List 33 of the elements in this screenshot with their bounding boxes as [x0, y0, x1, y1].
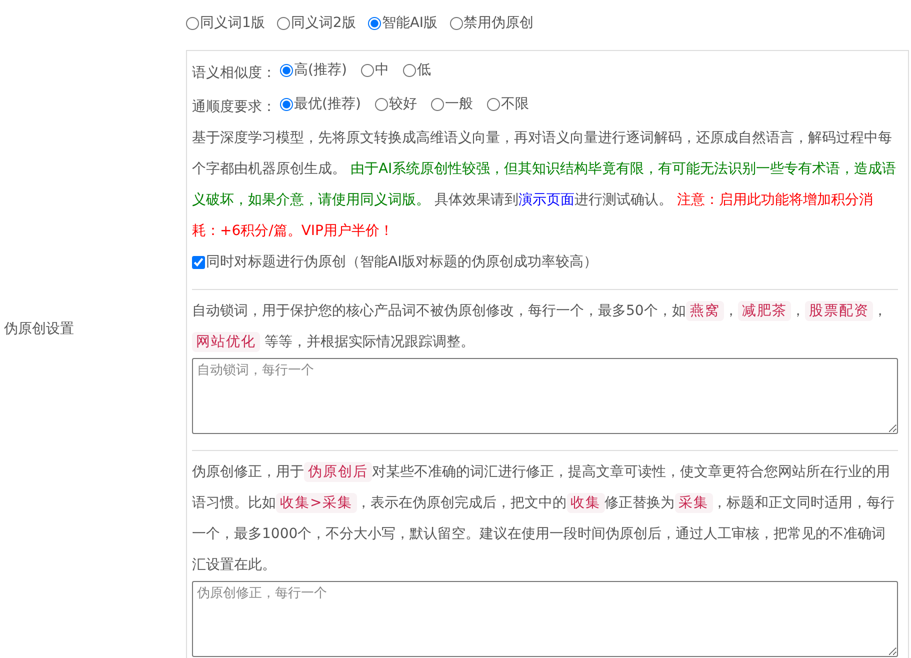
radio-button[interactable] — [280, 64, 293, 77]
demo-page-link[interactable]: 演示页面 — [518, 192, 574, 208]
lock-words-field[interactable]: 自动锁词，每行一个 — [192, 358, 898, 434]
radio-option[interactable]: 最优(推荐) — [280, 89, 361, 120]
radio-option[interactable]: 一般 — [430, 89, 473, 120]
radio-button[interactable] — [280, 98, 293, 111]
radio-option[interactable]: 中 — [360, 55, 389, 86]
radio-button[interactable] — [402, 64, 416, 77]
radio-option[interactable]: 高(推荐) — [280, 55, 347, 86]
radio-button[interactable] — [276, 17, 290, 30]
radio-option[interactable]: 低 — [402, 55, 431, 86]
radio-button[interactable] — [186, 17, 199, 30]
radio-button[interactable] — [450, 17, 463, 30]
radio-button[interactable] — [374, 98, 388, 111]
checkbox[interactable] — [192, 256, 205, 269]
option-label: 语义相似度： — [192, 65, 276, 81]
radio-option[interactable]: 禁用伪原创 — [450, 8, 534, 39]
option-label: 通顺度要求： — [192, 99, 276, 115]
description-text: 基于深度学习模型，先将原文转换成高维语义向量，再对语义向量进行逐词解码，还原成自然语言，解码过程中每个字都由机器原创生成。 由于AI系统原创性较强，但其知识结构毕竟有限，有可能无法识别一些专有术语，造成语义破坏，如果介意，请使用同义词版。 具体效果请到演示页面进行测试确认。 注意：启用此功能将增加积分消耗：+6积分/篇。VIP用户半价！ — [192, 129, 898, 241]
radio-option[interactable]: 同义词2版 — [276, 8, 356, 39]
correction-field[interactable]: 伪原创修正，每行一个 — [192, 581, 898, 657]
description-text: 伪原创修正，用于 伪原创后 对某些不准确的词汇进行修正，提高文章可读性，使文章更符合您网站所在行业的用语习惯。比如 收集>采集 ，表示在伪原创完成后，把文中的 收集 修正替换为 采集 ，标题和正文同时适用，每行一个，最多1000个，不分大小写，默认留空。建议在使用一段时间伪原创后，通过人工审核，把常见的不准确词汇设置在此。 — [192, 461, 896, 575]
radio-button[interactable] — [430, 98, 444, 111]
radio-button[interactable] — [486, 98, 500, 111]
description-text: 自动锁词，用于保护您的核心产品词不被伪原创修改，每行一个，最多50个，如 燕窝 ， 减肥茶 ， 股票配资 ， 网站优化 等等，并根据实际情况跟踪调整。 — [192, 300, 888, 354]
checkbox-option[interactable]: 同时对标题进行伪原创（智能AI版对标题的伪原创成功率较高） — [192, 247, 598, 278]
section-label: 伪原创设置 — [4, 320, 74, 338]
radio-option[interactable]: 不限 — [486, 89, 529, 120]
radio-option[interactable]: 智能AI版 — [368, 8, 438, 39]
radio-option[interactable]: 较好 — [374, 89, 417, 120]
radio-button[interactable] — [368, 17, 381, 30]
radio-button[interactable] — [360, 64, 374, 77]
radio-option[interactable]: 同义词1版 — [186, 8, 265, 39]
